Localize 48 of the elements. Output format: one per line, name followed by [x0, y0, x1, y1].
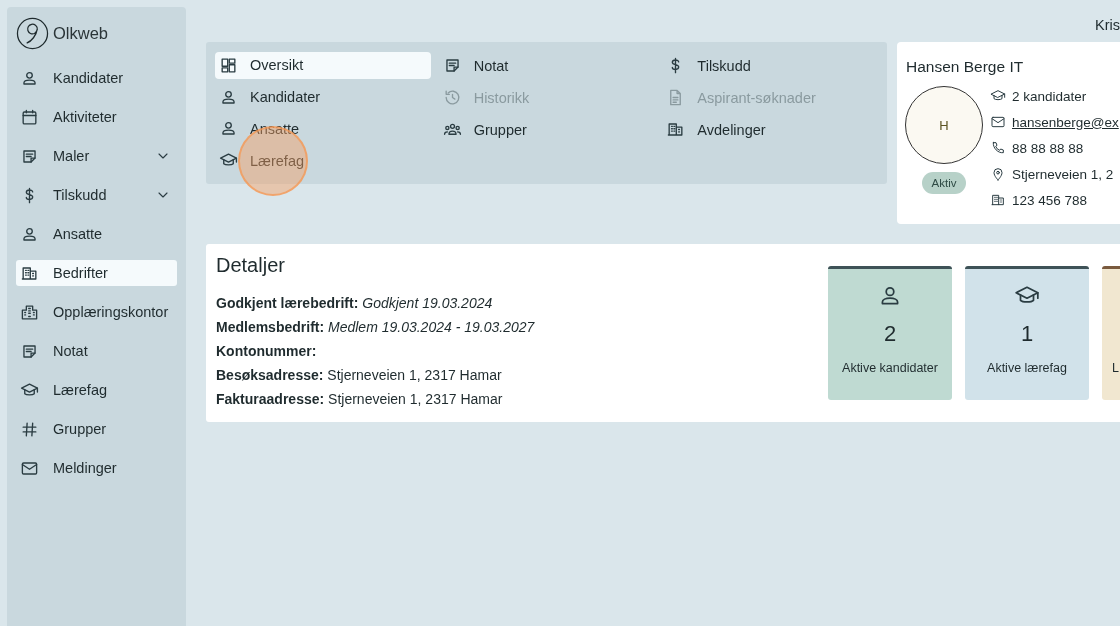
sidebar-item[interactable]: Bedrifter — [16, 260, 177, 286]
detail-line: Fakturaadresse: Stjerneveien 1, 2317 Hamar — [216, 391, 504, 407]
section-title: Detaljer — [216, 254, 286, 277]
mail-icon — [990, 114, 1006, 130]
building-icon — [990, 192, 1006, 208]
buildings-icon — [20, 302, 39, 322]
history-icon — [442, 88, 462, 107]
sidebar-item[interactable]: Ansatte — [16, 221, 177, 247]
stat-value: 1 — [1020, 321, 1034, 348]
tab[interactable]: Notat — [438, 52, 655, 79]
avatar: H — [905, 86, 983, 164]
phone-icon — [990, 140, 1006, 156]
tab[interactable]: Oversikt — [215, 52, 431, 79]
user-name[interactable]: Kris — [1095, 16, 1120, 33]
tab[interactable]: Tilskudd — [662, 52, 878, 79]
tab[interactable]: Avdelinger — [662, 116, 878, 143]
grid-icon — [219, 55, 238, 75]
stat-value: 2 — [883, 321, 897, 348]
sidebar-item[interactable]: Grupper — [16, 416, 177, 442]
sidebar-item[interactable]: Meldinger — [16, 455, 177, 481]
stat-label: Aktive kandidater — [842, 361, 938, 375]
stat-label: L — [1112, 361, 1119, 375]
sidebar-item[interactable]: Kandidater — [16, 65, 177, 91]
tab[interactable]: Kandidater — [215, 83, 431, 111]
detail-line: Kontonummer: — [216, 343, 318, 359]
status-badge: Aktiv — [921, 172, 967, 194]
phone-number: 88 88 88 88 — [1012, 140, 1084, 156]
stat-label: Aktive lærefag — [987, 361, 1067, 375]
detail-line: Medlemsbedrift: Medlem 19.03.2024 - 19.03.2027 — [216, 319, 535, 335]
candidate-count: 2 kandidater — [1012, 88, 1087, 104]
sidebar-item[interactable]: Tilskudd — [16, 182, 177, 208]
address: Stjerneveien 1, 2 — [1012, 166, 1114, 182]
sidebar-item[interactable]: Maler — [16, 143, 177, 169]
company-name: Hansen Berge IT — [906, 58, 1025, 76]
email-link[interactable]: hansenberge@ex — [1012, 114, 1119, 130]
org-number: 123 456 788 — [1012, 192, 1088, 208]
sidebar-item[interactable]: Opplæringskontor — [16, 299, 177, 325]
app-name: Olkweb — [53, 23, 109, 43]
tab[interactable]: Grupper — [438, 116, 655, 143]
detail-line: Godkjent lærebedrift: Godkjent 19.03.2024 — [216, 295, 494, 311]
sidebar-item[interactable]: Lærefag — [16, 377, 177, 403]
logo-icon — [16, 16, 49, 50]
calendar-icon — [20, 107, 39, 127]
sidebar-item[interactable]: Notat — [16, 338, 177, 364]
detail-line: Besøksadresse: Stjerneveien 1, 2317 Hamar — [216, 367, 503, 383]
location-pin-icon — [990, 166, 1006, 182]
building-icon — [666, 120, 686, 139]
sidebar-item[interactable]: Aktiviteter — [16, 104, 177, 130]
